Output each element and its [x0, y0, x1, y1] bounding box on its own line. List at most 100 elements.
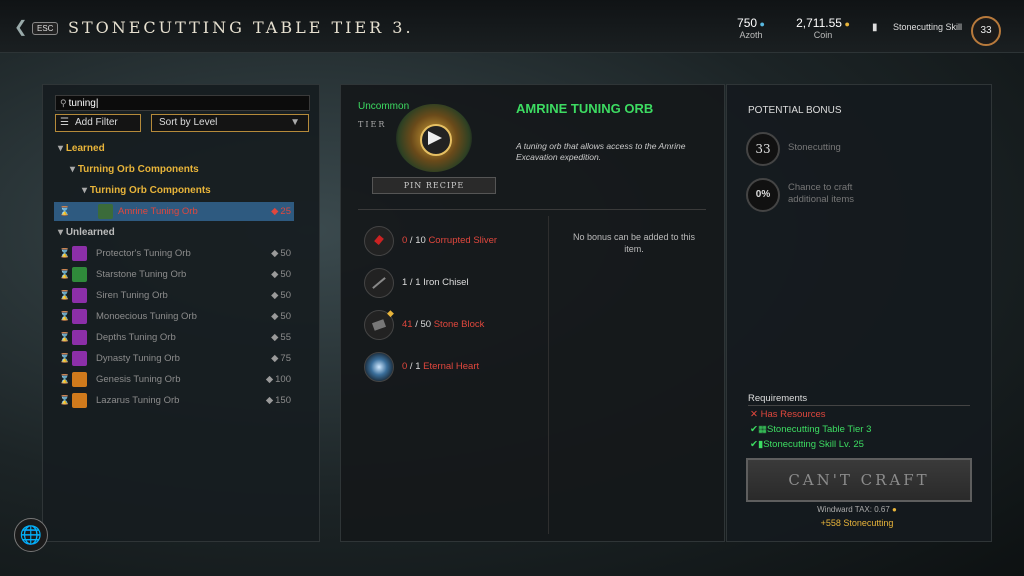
recipe-count: ◆ 150	[266, 391, 291, 410]
stone-icon: ▮	[872, 22, 878, 33]
azoth-label: Azoth	[739, 30, 763, 40]
hourglass-icon: ⌛	[59, 311, 71, 321]
recipe-name: Starstone Tuning Orb	[96, 269, 187, 280]
tier-label: TIER	[358, 120, 387, 129]
count-value: 50	[280, 311, 291, 322]
coin-icon: ●	[892, 505, 897, 514]
unlearned-header[interactable]: ▾ Unlearned	[58, 227, 115, 238]
xp-gain-text: +558 Stonecutting	[820, 518, 894, 528]
requirement-row: ✔▮Stonecutting Skill Lv. 25	[750, 439, 864, 450]
recipe-count: ◆ 50	[271, 307, 291, 326]
material-text: 1 / 1 Iron Chisel	[402, 277, 469, 288]
skill-level-badge: 33	[971, 16, 1001, 46]
warning-icon: ◆	[387, 308, 394, 318]
requirements-title: Requirements	[748, 393, 808, 404]
gem-icon: ◆	[271, 332, 279, 343]
subcategory-turning-orb-components[interactable]: ▾ Turning Orb Components	[82, 185, 211, 196]
bonus-title: POTENTIAL BONUS	[748, 105, 842, 116]
recipe-row-amrine[interactable]: ⌛ Amrine Tuning Orb ◆ 25	[54, 202, 294, 221]
gem-icon: ◆	[271, 206, 279, 217]
recipe-count: ◆ 25	[271, 202, 291, 221]
count-value: 150	[275, 395, 291, 406]
recipe-row[interactable]: ⌛ Protector's Tuning Orb ◆ 50	[54, 244, 294, 263]
material-name: Iron Chisel	[423, 277, 469, 288]
material-row[interactable]: 0 / 10 Corrupted Sliver	[364, 226, 534, 256]
recipe-name: Lazarus Tuning Orb	[96, 395, 180, 406]
check-icon: ✔	[750, 424, 758, 435]
tax-value: Windward TAX: 0.67	[817, 505, 890, 514]
hourglass-icon: ⌛	[59, 206, 71, 216]
recipe-row[interactable]: ⌛ Siren Tuning Orb ◆ 50	[54, 286, 294, 305]
corrupted-sliver-icon	[364, 226, 394, 256]
chevron-down-icon: ▾	[58, 143, 66, 154]
chevron-left-icon[interactable]: ❮	[14, 20, 27, 36]
recipe-row[interactable]: ⌛ Lazarus Tuning Orb ◆ 150	[54, 391, 294, 410]
item-description: A tuning orb that allows access to the A…	[516, 141, 686, 162]
divider	[358, 209, 706, 210]
chance-label: Chance to craft additional items	[788, 182, 855, 205]
coin-label: Coin	[813, 30, 833, 40]
gem-icon: ◆	[271, 269, 279, 280]
material-need: 10	[415, 235, 426, 246]
recipe-count: ◆ 75	[271, 349, 291, 368]
check-icon: ✔	[750, 439, 758, 450]
recipe-row[interactable]: ⌛ Genesis Tuning Orb ◆ 100	[54, 370, 294, 389]
hourglass-icon: ⌛	[59, 332, 71, 342]
material-need: 1	[415, 361, 421, 372]
sort-dropdown[interactable]: Sort by Level ▼	[151, 114, 309, 132]
recipe-row[interactable]: ⌛ Depths Tuning Orb ◆ 55	[54, 328, 294, 347]
chevron-down-icon: ▼	[290, 117, 300, 128]
hourglass-icon: ⌛	[59, 374, 71, 384]
page-title: STONECUTTING TABLE TIER 3.	[68, 18, 414, 37]
recipe-name: Genesis Tuning Orb	[96, 374, 181, 385]
chance-badge: 0%	[746, 178, 780, 212]
recipe-count: ◆ 50	[271, 286, 291, 305]
stonecutting-level-badge: 33	[746, 132, 780, 166]
hourglass-icon: ⌛	[59, 248, 71, 258]
requirement-row: ✔▦Stonecutting Table Tier 3	[750, 424, 871, 435]
starstone-orb-icon	[72, 267, 87, 282]
learned-label: Learned	[65, 143, 105, 154]
category-turning-orb-components[interactable]: ▾ Turning Orb Components	[70, 164, 199, 175]
recipe-row[interactable]: ⌛ Starstone Tuning Orb ◆ 50	[54, 265, 294, 284]
recipe-row[interactable]: ⌛ Monoecious Tuning Orb ◆ 50	[54, 307, 294, 326]
material-row[interactable]: ◆ 41 / 50 Stone Block	[364, 308, 534, 340]
material-text: 41 / 50 Stone Block	[402, 319, 485, 330]
search-icon: ⚲	[60, 98, 67, 108]
material-row[interactable]: 0 / 1 Eternal Heart	[364, 352, 534, 382]
table-icon: ▦	[757, 424, 767, 435]
dynasty-orb-icon	[72, 351, 87, 366]
material-text: 0 / 10 Corrupted Sliver	[402, 235, 498, 246]
material-row[interactable]: 1 / 1 Iron Chisel	[364, 268, 534, 298]
recipe-count: ◆ 55	[271, 328, 291, 347]
siren-orb-icon	[72, 288, 87, 303]
search-input[interactable]: ⚲ tuning|	[55, 95, 310, 111]
hourglass-icon: ⌛	[59, 290, 71, 300]
material-name: Corrupted Sliver	[428, 235, 498, 246]
protector-orb-icon	[72, 246, 87, 261]
lazarus-orb-icon	[72, 393, 87, 408]
craft-button[interactable]: CAN'T CRAFT	[746, 458, 972, 502]
category-label: Turning Orb Components	[77, 164, 199, 175]
gem-icon: ◆	[265, 395, 274, 406]
gem-icon: ◆	[271, 248, 279, 259]
hourglass-icon: ⌛	[59, 269, 71, 279]
material-have: 41	[402, 319, 413, 330]
globe-icon[interactable]: 🌐	[14, 518, 48, 552]
material-name: Eternal Heart	[423, 361, 480, 372]
chevron-down-icon: ▾	[82, 185, 90, 196]
unlearned-label: Unlearned	[65, 227, 115, 238]
count-value: 75	[280, 353, 291, 364]
esc-button[interactable]: ESC	[32, 22, 59, 35]
rarity-label: Uncommon	[358, 101, 410, 112]
learned-header[interactable]: ▾ Learned	[58, 143, 105, 154]
pin-recipe-button[interactable]: PIN RECIPE	[372, 177, 496, 194]
recipe-row[interactable]: ⌛ Dynasty Tuning Orb ◆ 75	[54, 349, 294, 368]
material-need: 1	[415, 277, 421, 288]
add-filter-button[interactable]: ☰ Add Filter	[55, 114, 141, 132]
recipe-name: Siren Tuning Orb	[96, 290, 168, 301]
gem-icon: ◆	[271, 353, 279, 364]
sort-label: Sort by Level	[159, 117, 218, 128]
search-value: tuning	[68, 98, 96, 109]
filter-icon: ☰	[60, 117, 69, 128]
